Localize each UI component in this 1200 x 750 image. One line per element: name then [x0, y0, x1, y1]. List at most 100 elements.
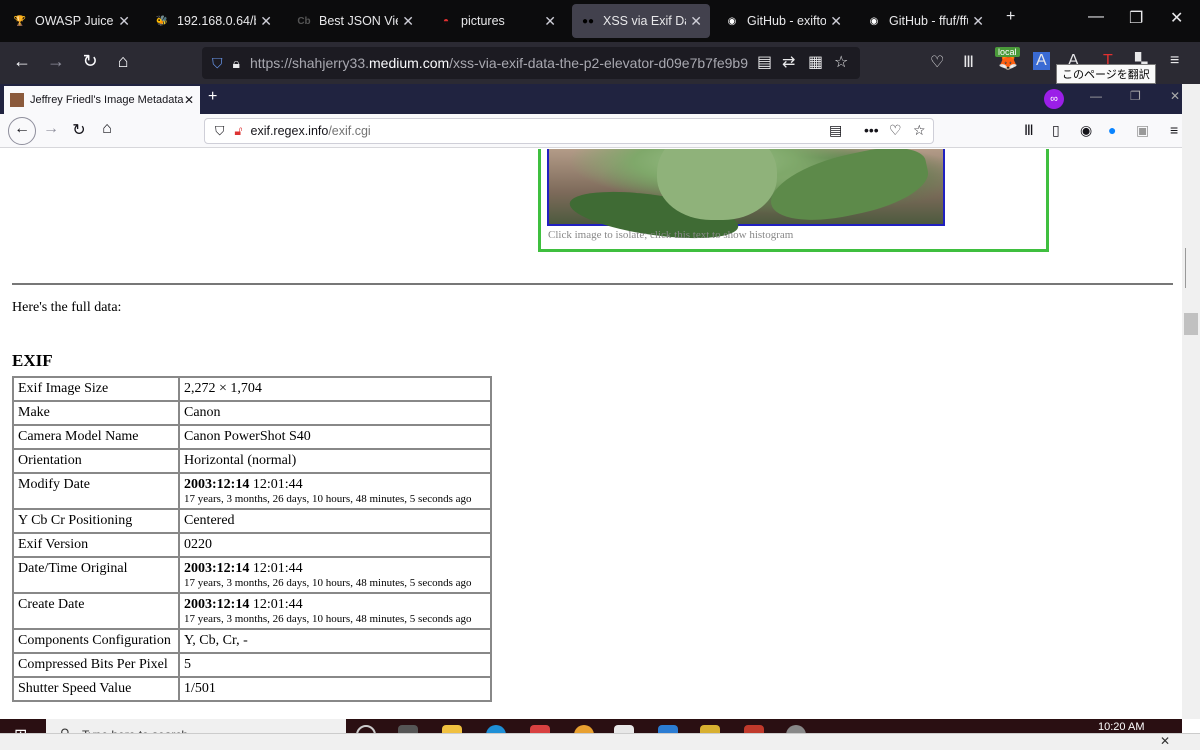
reader-view-icon[interactable]: ▤ [829, 122, 842, 139]
bookmark-star-icon[interactable]: ☆ [913, 122, 926, 139]
exif-age: 17 years, 3 months, 26 days, 10 hours, 4… [184, 577, 472, 589]
extension-icon[interactable]: ● [1108, 122, 1116, 138]
minimize-icon[interactable]: — [1090, 89, 1102, 103]
close-icon[interactable]: ✕ [1160, 734, 1170, 748]
sidebar-icon[interactable]: ▯ [1052, 122, 1060, 139]
minimize-icon[interactable]: — [1088, 8, 1104, 26]
horizontal-scrollbar[interactable] [0, 733, 1200, 750]
close-tab-icon[interactable]: ✕ [972, 13, 984, 30]
photo-thumbnail[interactable] [547, 149, 945, 247]
outer-tab[interactable]: 🏆 OWASP Juice Sho ✕ [4, 4, 138, 38]
tab-favicon [10, 93, 24, 107]
menu-icon[interactable]: ≡ [1170, 122, 1178, 138]
table-row: Compressed Bits Per Pixel 5 [12, 652, 492, 678]
close-window-icon[interactable]: ✕ [1170, 89, 1180, 103]
scrollbar-thumb[interactable] [1184, 313, 1198, 335]
shield-icon[interactable]: ⛉ [215, 124, 224, 139]
medium-icon: ●● [581, 15, 595, 27]
histogram-caption[interactable]: Click image to isolate; click this text … [548, 229, 793, 241]
inner-url-bar[interactable]: ⛉ 🔓︎ exif.regex.info/exif.cgi [204, 118, 934, 144]
exif-table: Exif Image Size 2,272 × 1,704 Make Canon Cam… [12, 376, 492, 702]
home-icon[interactable]: ⌂ [96, 120, 118, 138]
forward-icon[interactable]: → [44, 51, 68, 72]
exif-key: Compressed Bits Per Pixel [12, 652, 180, 678]
table-row: Y Cb Cr Positioning Centered [12, 508, 492, 534]
table-row: Orientation Horizontal (normal) [12, 448, 492, 474]
exif-key: Create Date [12, 592, 180, 630]
close-tab-icon[interactable]: ✕ [184, 93, 194, 107]
reader-view-icon[interactable]: ▤ [757, 52, 772, 72]
exif-value: Y, Cb, Cr, - [178, 628, 492, 654]
close-tab-icon[interactable]: ✕ [402, 13, 414, 30]
private-mask-icon: ∞ [1044, 89, 1064, 109]
exif-key: Y Cb Cr Positioning [12, 508, 180, 534]
outer-tab[interactable]: Cb Best JSON Viewer ✕ [288, 4, 422, 38]
exif-key: Shutter Speed Value [12, 676, 180, 702]
close-tab-icon[interactable]: ✕ [830, 13, 842, 30]
outer-nav-bar: ← → ↻ ⌂ ⛉ 🔒︎ https://shahjerry33. medium.… [0, 42, 1200, 84]
url-path: /exif.cgi [328, 124, 371, 138]
insecure-lock-icon[interactable]: 🔓︎ [234, 124, 242, 139]
github-icon: ◉ [869, 15, 879, 27]
exif-date: 2003:12:14 [184, 597, 250, 612]
outer-tab[interactable]: 🐝 192.168.0.64/bWA ✕ [146, 4, 280, 38]
reload-icon[interactable]: ↻ [68, 120, 90, 140]
pocket-icon[interactable]: ♡ [930, 52, 944, 72]
reload-icon[interactable]: ↻ [78, 51, 102, 72]
restore-icon[interactable]: ❐ [1129, 8, 1143, 28]
outer-tab[interactable]: ●● XSS via Exif Data ✕ [572, 4, 710, 38]
table-row: Exif Image Size 2,272 × 1,704 [12, 376, 492, 402]
inner-tab-active[interactable]: Jeffrey Friedl's Image Metadata ✕ [4, 86, 200, 114]
bookmark-star-icon[interactable]: ☆ [834, 52, 848, 72]
library-icon[interactable]: Ⅲ [963, 52, 974, 72]
new-tab-icon[interactable]: + [1006, 8, 1015, 26]
lock-icon[interactable]: 🔒︎ [233, 55, 240, 72]
exif-value: Canon [178, 400, 492, 426]
table-row: Camera Model Name Canon PowerShot S40 [12, 424, 492, 450]
scrollbar-track-mark [1185, 248, 1186, 288]
inner-tab-bar: Jeffrey Friedl's Image Metadata ✕ + ∞ — … [0, 84, 1182, 114]
outer-tab[interactable]: ◉ GitHub - ffuf/ffuf ✕ [858, 4, 992, 38]
exif-value: 2003:12:14 12:01:44 17 years, 3 months, 2… [178, 592, 492, 630]
page-actions-icon[interactable]: ••• [864, 122, 879, 138]
exif-value: Canon PowerShot S40 [178, 424, 492, 450]
menu-icon[interactable]: ≡ [1170, 52, 1179, 70]
close-tab-icon[interactable]: ✕ [544, 13, 556, 30]
close-window-icon[interactable]: ✕ [1170, 8, 1183, 28]
extension-grey-icon[interactable]: ▣ [1136, 122, 1149, 139]
pocket-icon[interactable]: ♡ [889, 122, 902, 139]
table-row: Shutter Speed Value 1/501 [12, 676, 492, 702]
back-button-ring[interactable] [8, 117, 36, 145]
translate-page-icon[interactable]: ⇄ [782, 52, 795, 72]
table-row: Exif Version 0220 [12, 532, 492, 558]
close-tab-icon[interactable]: ✕ [690, 13, 702, 30]
outer-tab-title: GitHub - exiftool/ [747, 14, 827, 28]
pictures-icon: ◓ [442, 15, 450, 27]
url-host: medium.com [369, 55, 450, 71]
exif-key: Modify Date [12, 472, 180, 510]
translate-extension-icon[interactable]: A [1033, 52, 1050, 70]
exif-value: 5 [178, 652, 492, 678]
home-icon[interactable]: ⌂ [111, 51, 135, 72]
restore-icon[interactable]: ❐ [1130, 89, 1141, 103]
github-icon: ◉ [727, 15, 737, 27]
intro-text: Here's the full data: [12, 300, 122, 315]
outer-tab[interactable]: ◉ GitHub - exiftool/✕ [716, 4, 850, 38]
close-tab-icon[interactable]: ✕ [260, 13, 272, 30]
bee-icon: 🐝 [155, 15, 169, 27]
outer-tab-title: pictures [461, 14, 505, 28]
library-icon[interactable]: Ⅲ [1024, 122, 1034, 139]
back-icon[interactable]: ← [10, 51, 34, 72]
account-icon[interactable]: ◉ [1080, 122, 1092, 139]
table-row: Make Canon [12, 400, 492, 426]
new-tab-icon[interactable]: + [208, 88, 217, 106]
qr-code-icon[interactable]: ▦ [808, 52, 823, 72]
forward-icon[interactable]: → [40, 120, 62, 138]
outer-tab-title: GitHub - ffuf/ffuf [889, 14, 969, 28]
outer-tab[interactable]: ◓ pictures ✕ [430, 4, 564, 38]
exif-age: 17 years, 3 months, 26 days, 10 hours, 4… [184, 613, 472, 625]
shield-icon[interactable]: ⛉ [212, 55, 223, 72]
url-prefix: https://shahjerry33. [249, 55, 370, 71]
vertical-scrollbar[interactable] [1182, 84, 1200, 719]
close-tab-icon[interactable]: ✕ [118, 13, 130, 30]
